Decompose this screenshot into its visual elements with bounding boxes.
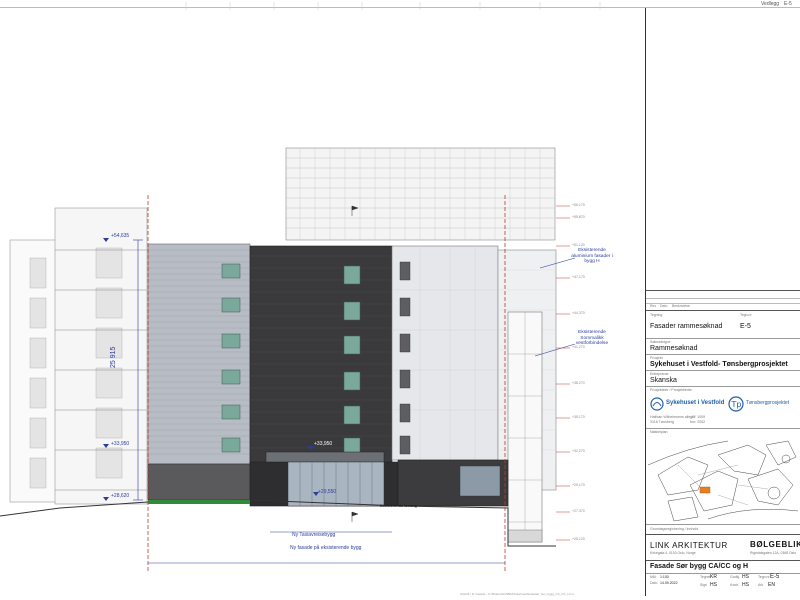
tonsberg-logo-icon: Tp bbox=[728, 396, 744, 412]
level-code-11: +25,120 bbox=[572, 537, 585, 541]
architect-name: LINK ARKITEKTUR bbox=[650, 541, 728, 550]
level-bottom-center-label: +29,550 bbox=[318, 489, 337, 495]
title-block: Rev Dato Beskrivelse Tegning Fasader ram… bbox=[645, 8, 800, 596]
metadata-grid: Mål 1:100 Dato 14.09.2022 Tegnet KR Sign… bbox=[646, 573, 800, 597]
sheet-header-label: Vedlegg bbox=[761, 1, 780, 7]
grid-ticks bbox=[185, 2, 601, 10]
level-code-10: +27,370 bbox=[572, 509, 585, 513]
sign-value: HS bbox=[710, 582, 717, 588]
tegning-row: Tegning Fasader rammesøknad Tegn.nr E-5 bbox=[646, 310, 800, 339]
architect-address: Kirkegata 4, 0153 Oslo, Norge bbox=[650, 551, 696, 555]
map-label: Nøkkelplan bbox=[650, 430, 668, 434]
terrain-line bbox=[0, 499, 556, 547]
level-code-6: +38,270 bbox=[572, 381, 585, 385]
tegning-value: Fasader rammesøknad bbox=[650, 323, 723, 330]
gnr-label: gnr: 1009 bbox=[690, 415, 706, 419]
tegnet-label: Tegnet bbox=[700, 575, 711, 579]
sykehuset-logo-icon bbox=[650, 397, 664, 411]
level-code-3: +47,170 bbox=[572, 275, 585, 279]
taxi-building-label: Ny Taxiavreisebygg bbox=[292, 532, 336, 538]
godkj-value: HS bbox=[742, 574, 749, 580]
tegning-label: Tegning bbox=[650, 313, 663, 317]
level-code-5: +41,270 bbox=[572, 345, 585, 349]
sheet-title-row: Fasade Sør bygg CA/CC og H bbox=[646, 560, 800, 574]
logo-tonsberg-text: Tønsbergprosjektet bbox=[746, 400, 790, 406]
dato-value: 14.09.2022 bbox=[660, 581, 678, 585]
kontr-label: Kontr. bbox=[730, 583, 740, 587]
existing-building-left bbox=[9, 207, 148, 505]
second-office-address: Rigedalsgaten 12A, 0368 Oslo bbox=[750, 551, 796, 555]
facade-elevation-drawing bbox=[0, 2, 601, 572]
revision-header-dato: Dato bbox=[660, 304, 668, 308]
prosjekteier-row: Prosjekteier / Prosjektleder Sykehuset i… bbox=[646, 386, 800, 429]
level-code-4: +44,370 bbox=[572, 311, 585, 315]
prosjekt-value: Sykehuset i Vestfold- Tønsbergprosjektet bbox=[650, 361, 788, 368]
kontr-value: HS bbox=[742, 582, 749, 588]
revision-header-rev: Rev bbox=[650, 304, 657, 308]
tegn-nr-value: E-5 bbox=[740, 323, 751, 330]
height-dimension-label: 25 915 bbox=[110, 346, 117, 368]
level-code-1: +55,870 bbox=[572, 215, 585, 219]
level-top-label: +54,635 bbox=[111, 233, 130, 239]
soknad-value: Rammesøknad bbox=[650, 345, 698, 352]
level-code-7: +35,170 bbox=[572, 415, 585, 419]
annotation-aluminium: Eksisterende aluminium fasader i bygg H bbox=[571, 248, 613, 265]
terrain-label: Eksisterende terreng bbox=[380, 503, 417, 508]
level-code-2: +51,120 bbox=[572, 243, 585, 247]
svg-text:Tp: Tp bbox=[731, 400, 742, 409]
entreprenor-row: Entreprenør Skanska bbox=[646, 370, 800, 387]
entreprenor-value: Skanska bbox=[650, 377, 677, 384]
tegnet-value: KR bbox=[710, 574, 717, 580]
ark-label: Ark bbox=[758, 583, 764, 587]
architect-row: LINK ARKITEKTUR Kirkegata 4, 0153 Oslo, … bbox=[646, 534, 800, 561]
dato-label: Dato bbox=[650, 581, 658, 585]
level-mid-left-label: +33,950 bbox=[111, 441, 130, 447]
godkj-label: Godkj. bbox=[730, 575, 741, 579]
rooftop-glass-structure bbox=[285, 147, 556, 241]
bnr-label: bnr: 2002 bbox=[690, 420, 706, 424]
prosjekt-row: Prosjekt Sykehuset i Vestfold- Tønsbergp… bbox=[646, 354, 800, 371]
ark-value: EN bbox=[768, 582, 775, 588]
site-map-icon bbox=[648, 440, 798, 522]
sheet-header-code: E-5 bbox=[784, 1, 792, 7]
tegn-nr2-value: E-5 bbox=[770, 574, 780, 580]
tegn-nr2-label: Tegn.nr bbox=[758, 575, 770, 579]
footer-path: Utskrift / fil / fasade - C:\Brukere\hs\… bbox=[460, 592, 574, 596]
tegn-nr-label: Tegn.nr bbox=[740, 313, 752, 317]
soknad-row: Søknadstype Rammesøknad bbox=[646, 338, 800, 355]
level-bottom-left-label: +28,620 bbox=[111, 493, 130, 499]
second-office-name: BØLGEBLIKK bbox=[750, 540, 800, 549]
new-facade-label: Ny fasade på eksisterende bygg bbox=[290, 545, 362, 551]
level-code-8: +32,270 bbox=[572, 449, 585, 453]
grunnlag-label: Grunnlagsregistrering / Innhold bbox=[650, 527, 699, 531]
level-ticks-right bbox=[556, 205, 570, 541]
logo-sykehuset-text: Sykehuset i Vestfold bbox=[666, 400, 725, 406]
prosjekteier-label: Prosjekteier / Prosjektleder bbox=[650, 388, 692, 392]
level-code-9: +29,170 bbox=[572, 483, 585, 487]
soknad-label: Søknadstype bbox=[650, 340, 671, 344]
sheet-title: Fasade Sør bygg CA/CC og H bbox=[650, 563, 749, 570]
prosjekt-label: Prosjekt bbox=[650, 356, 663, 360]
sign-label: Sign bbox=[700, 583, 708, 587]
level-mid-center-label: +33,950 bbox=[314, 441, 333, 447]
level-code-0: +56,170 bbox=[572, 203, 585, 207]
entreprenor-label: Entreprenør bbox=[650, 372, 669, 376]
malestokk-value: 1:100 bbox=[660, 575, 669, 579]
malestokk-label: Mål bbox=[650, 575, 656, 579]
revision-table: Rev Dato Beskrivelse bbox=[646, 290, 800, 311]
address-line1: Halfdan Wilhelmsens allé 17 bbox=[650, 415, 696, 419]
key-map: Nøkkelplan bbox=[646, 428, 800, 525]
address-line2: 3116 Tønsberg bbox=[650, 420, 675, 424]
revision-header-desc: Beskrivelse bbox=[672, 304, 690, 308]
